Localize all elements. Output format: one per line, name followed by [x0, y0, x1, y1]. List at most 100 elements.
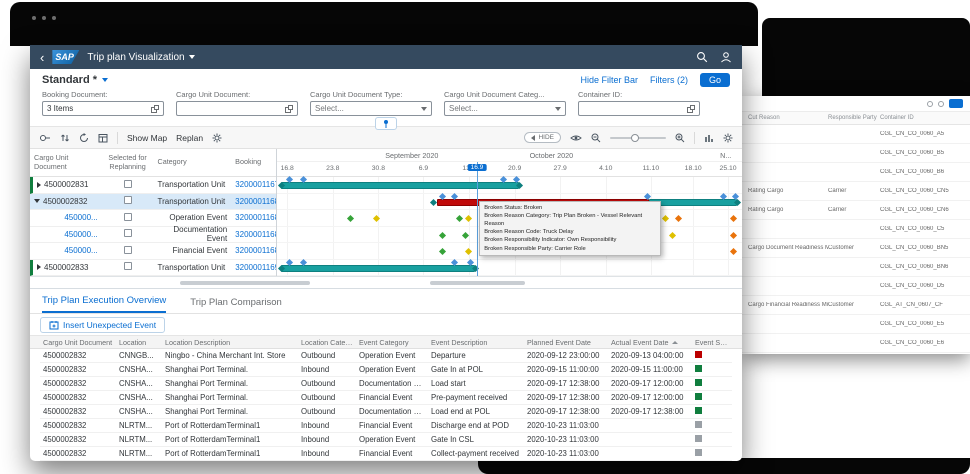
- table-row[interactable]: 4500002832NLRTM...Port of RotterdamTermi…: [40, 433, 732, 447]
- table-row[interactable]: 4500002832CNSHA...Shanghai Port Terminal…: [40, 363, 732, 377]
- replan-button[interactable]: Replan: [176, 133, 203, 143]
- table-row[interactable]: 4500002832CNSHA...Shanghai Port Terminal…: [40, 391, 732, 405]
- gantt-event-marker[interactable]: [730, 215, 737, 222]
- tab-trip-plan-comparison[interactable]: Trip Plan Comparison: [190, 297, 282, 313]
- cargo-row[interactable]: 4500002833 Transportation Unit 320000116…: [30, 260, 276, 277]
- booking-link[interactable]: 3200001167: [231, 180, 276, 189]
- gantt-bar[interactable]: [649, 199, 737, 206]
- cargo-unit-document-category-select[interactable]: Select...: [444, 101, 566, 116]
- column-header[interactable]: Actual Event Date: [608, 338, 692, 347]
- gantt-event-marker[interactable]: [730, 248, 737, 255]
- expand-toggle-icon[interactable]: [39, 133, 51, 143]
- column-header[interactable]: Cargo Unit Document: [40, 338, 116, 347]
- booking-link[interactable]: 3200001168: [231, 246, 276, 255]
- table-row[interactable]: 4500002832CNSHA...Shanghai Port Terminal…: [40, 405, 732, 419]
- go-button[interactable]: Go: [700, 73, 730, 87]
- table-row[interactable]: 4500002832NLRTM...Port of RotterdamTermi…: [40, 419, 732, 433]
- gantt-event-marker[interactable]: [662, 215, 669, 222]
- value-help-icon[interactable]: [687, 105, 695, 113]
- gantt-event-marker[interactable]: [462, 231, 469, 238]
- collapse-icon[interactable]: [34, 199, 40, 203]
- table-row[interactable]: 4500002832CNNGB...Ningbo - China Merchan…: [40, 349, 732, 363]
- time-cursor-line[interactable]: [477, 162, 478, 276]
- hide-chart-button[interactable]: HIDE: [524, 132, 561, 143]
- mini-go-button[interactable]: [949, 99, 963, 108]
- gear-icon[interactable]: [212, 133, 222, 143]
- row-checkbox[interactable]: [124, 246, 132, 254]
- back-button[interactable]: ‹: [40, 51, 44, 64]
- zoom-out-icon[interactable]: [591, 133, 601, 143]
- gantt-event-marker[interactable]: [730, 231, 737, 238]
- variant-selector[interactable]: Standard *: [42, 74, 108, 86]
- cargo-unit-document-input[interactable]: [176, 101, 298, 116]
- row-checkbox[interactable]: [124, 180, 132, 188]
- column-header[interactable]: Booking: [231, 158, 276, 166]
- gantt-event-marker[interactable]: [373, 215, 380, 222]
- grid-icon[interactable]: [98, 133, 108, 143]
- column-header[interactable]: Location Description: [162, 338, 298, 347]
- filters-link[interactable]: Filters (2): [650, 75, 688, 85]
- chart-icon[interactable]: [704, 133, 714, 143]
- gantt-event-marker[interactable]: [465, 215, 472, 222]
- cargo-child-row[interactable]: 450000... Documentation Event 3200001168: [30, 227, 276, 244]
- booking-link[interactable]: 3200001169: [231, 263, 276, 272]
- gantt-event-marker[interactable]: [465, 248, 472, 255]
- container-id-input[interactable]: [578, 101, 700, 116]
- row-checkbox[interactable]: [124, 213, 132, 221]
- column-header[interactable]: Planned Event Date: [524, 338, 608, 347]
- row-checkbox[interactable]: [124, 262, 132, 270]
- table-row[interactable]: 4500002832CNSHA...Shanghai Port Terminal…: [40, 377, 732, 391]
- table-hscrollbar[interactable]: [180, 281, 310, 285]
- row-checkbox[interactable]: [124, 196, 132, 204]
- show-map-button[interactable]: Show Map: [127, 133, 167, 143]
- row-checkbox[interactable]: [124, 229, 132, 237]
- table-row[interactable]: 4500002832NLRTM...Port of RotterdamTermi…: [40, 447, 732, 461]
- zoom-in-icon[interactable]: [675, 133, 685, 143]
- gear-icon[interactable]: [723, 133, 733, 143]
- booking-document-input[interactable]: 3 Items: [42, 101, 164, 116]
- column-header[interactable]: Event Status: [692, 338, 732, 347]
- user-icon[interactable]: [720, 51, 732, 63]
- cargo-row-selected[interactable]: 4500002832 Transportation Unit 320000116…: [30, 194, 276, 211]
- cargo-unit-document-type-select[interactable]: Select...: [310, 101, 432, 116]
- column-header[interactable]: Cargo Unit Document: [30, 154, 102, 171]
- refresh-icon[interactable]: [79, 133, 89, 143]
- gantt-event-marker[interactable]: [456, 215, 463, 222]
- booking-link[interactable]: 3200001168: [231, 213, 276, 222]
- eye-icon[interactable]: [570, 134, 582, 142]
- cargo-child-row[interactable]: 450000... Financial Event 3200001168: [30, 243, 276, 260]
- app-title-menu[interactable]: Trip plan Visualization: [87, 52, 194, 63]
- column-header[interactable]: Location: [116, 338, 162, 347]
- mini-icon[interactable]: [927, 101, 933, 107]
- gantt-event-marker[interactable]: [439, 248, 446, 255]
- gantt-event-marker[interactable]: [439, 231, 446, 238]
- booking-link[interactable]: 3200001168: [231, 197, 276, 206]
- gantt-event-marker[interactable]: [675, 215, 682, 222]
- filter-bar-pin-button[interactable]: [375, 117, 397, 130]
- mini-icon[interactable]: [938, 101, 944, 107]
- tab-trip-plan-execution-overview[interactable]: Trip Plan Execution Overview: [42, 295, 166, 313]
- zoom-slider-handle[interactable]: [631, 134, 639, 142]
- value-help-icon[interactable]: [285, 105, 293, 113]
- window-control-dots[interactable]: [32, 16, 56, 20]
- cargo-row[interactable]: 4500002831 Transportation Unit 320000116…: [30, 177, 276, 194]
- hide-filter-bar-link[interactable]: Hide Filter Bar: [580, 75, 638, 85]
- gantt-event-marker[interactable]: [430, 198, 437, 205]
- column-header[interactable]: Event Description: [428, 338, 524, 347]
- gantt-event-marker[interactable]: [669, 231, 676, 238]
- column-header[interactable]: Event Category: [356, 338, 428, 347]
- expand-icon[interactable]: [37, 264, 41, 270]
- insert-unexpected-event-button[interactable]: Insert Unexpected Event: [40, 317, 165, 333]
- zoom-slider[interactable]: [610, 137, 666, 139]
- search-icon[interactable]: [696, 51, 708, 63]
- value-help-icon[interactable]: [151, 105, 159, 113]
- gantt-bar[interactable]: [281, 182, 519, 189]
- gantt-hscrollbar[interactable]: [430, 281, 525, 285]
- column-header[interactable]: Selected for Replanning: [102, 154, 154, 171]
- column-header[interactable]: Location Category: [298, 338, 356, 347]
- cargo-child-row[interactable]: 450000... Operation Event 3200001168: [30, 210, 276, 227]
- sort-icon[interactable]: [60, 133, 70, 143]
- column-header[interactable]: Category: [154, 158, 232, 166]
- sort-ascending-icon[interactable]: [672, 341, 678, 345]
- gantt-bar[interactable]: [281, 265, 475, 272]
